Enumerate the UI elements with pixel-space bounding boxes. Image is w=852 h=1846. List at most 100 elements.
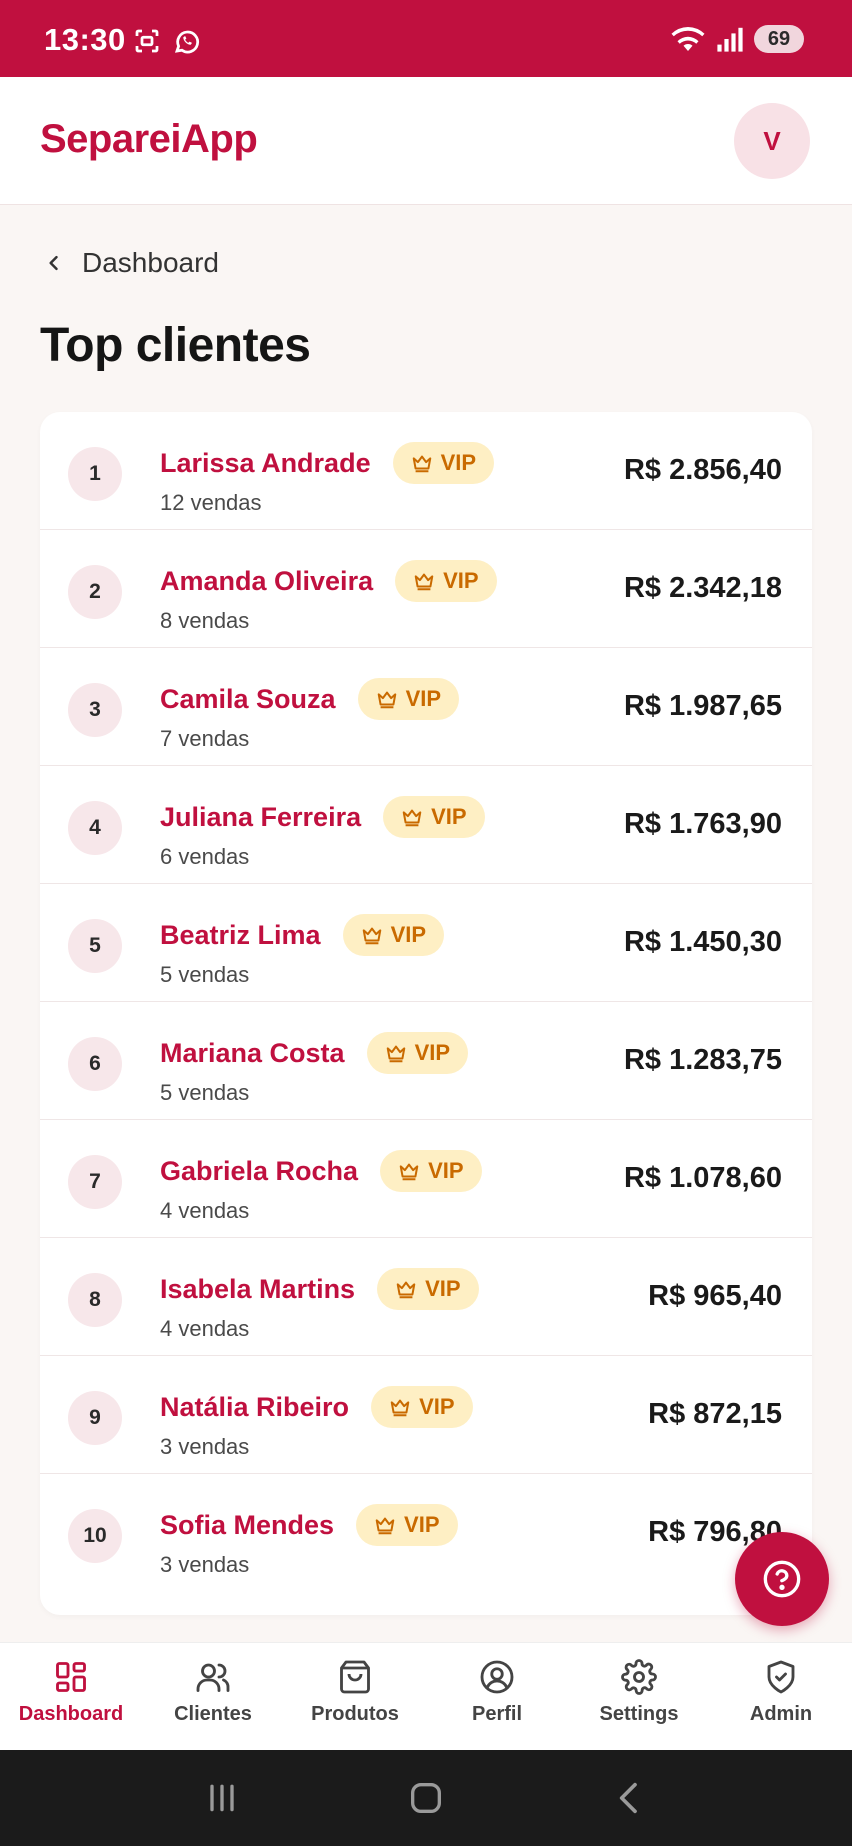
vip-label: VIP — [425, 1276, 461, 1301]
sales-count: 5 vendas — [160, 1080, 250, 1105]
crown-icon — [412, 455, 431, 473]
rank-badge: 1 — [68, 447, 122, 501]
breadcrumb[interactable]: Dashboard — [44, 247, 219, 279]
system-navigation-bar — [0, 1750, 852, 1846]
crown-icon — [396, 1281, 416, 1299]
amount-value: R$ 1.987,65 — [623, 690, 782, 722]
status-system-icons: 69 — [670, 24, 804, 54]
sales-count: 3 vendas — [160, 1434, 250, 1459]
shield-check-icon — [767, 1660, 795, 1694]
rank-badge: 9 — [68, 1391, 122, 1445]
nav-item-produtos[interactable]: Produtos — [284, 1643, 426, 1750]
amount-value: R$ 2.342,18 — [623, 572, 782, 604]
client-name: Isabela Martins — [160, 1273, 356, 1304]
client-row[interactable]: 8 Isabela Martins VIP 4 vendas R$ 965,40 — [40, 1238, 812, 1356]
vip-badge: VIP — [356, 1504, 458, 1546]
rank-badge: 3 — [68, 683, 122, 737]
client-name: Mariana Costa — [160, 1037, 345, 1068]
vip-badge: VIP — [371, 1386, 473, 1428]
crown-icon — [399, 1163, 419, 1181]
help-button[interactable] — [735, 1532, 829, 1626]
client-row[interactable]: 2 Amanda Oliveira VIP 8 vendas R$ 2.342,… — [40, 530, 812, 648]
nav-item-settings[interactable]: Settings — [568, 1643, 710, 1750]
nav-label: Settings — [599, 1703, 679, 1725]
client-row[interactable]: 10 Sofia Mendes VIP 3 vendas R$ 796,80 — [40, 1474, 812, 1592]
amount-value: R$ 1.763,90 — [623, 808, 782, 840]
sales-count: 7 vendas — [160, 726, 250, 751]
brand-logo[interactable]: SepareiApp — [40, 117, 258, 162]
screenshot-icon — [135, 29, 159, 53]
crown-icon — [375, 1517, 395, 1535]
client-row[interactable]: 9 Natália Ribeiro VIP 3 vendas R$ 872,15 — [40, 1356, 812, 1474]
top-clients-list: 1 Larissa Andrade VIP 12 vendas R$ 2.856… — [40, 412, 812, 1615]
wifi-icon — [671, 27, 705, 51]
help-icon — [763, 1560, 801, 1598]
nav-label: Admin — [749, 1703, 813, 1725]
vip-label: VIP — [404, 1512, 440, 1537]
sales-count: 5 vendas — [160, 962, 250, 987]
avatar[interactable]: V — [734, 103, 810, 179]
status-time: 13:30 — [44, 22, 126, 57]
amount-value: R$ 1.283,75 — [623, 1044, 782, 1076]
user-circle-icon — [480, 1660, 514, 1694]
vip-label: VIP — [443, 568, 479, 593]
vip-label: VIP — [419, 1394, 455, 1419]
amount-value: R$ 872,15 — [648, 1398, 782, 1430]
sales-count: 8 vendas — [160, 608, 250, 633]
sales-count: 4 vendas — [160, 1198, 250, 1223]
vip-badge: VIP — [357, 678, 460, 720]
signal-icon — [717, 27, 743, 52]
rank-badge: 4 — [68, 801, 122, 855]
client-row[interactable]: 3 Camila Souza VIP 7 vendas R$ 1.987,65 — [40, 648, 812, 766]
nav-item-clientes[interactable]: Clientes — [142, 1643, 284, 1750]
avatar-initial: V — [763, 125, 781, 156]
users-icon — [196, 1663, 230, 1692]
crown-icon — [390, 1399, 410, 1417]
home-icon[interactable] — [406, 1778, 446, 1818]
sales-count: 3 vendas — [160, 1552, 250, 1577]
back-icon[interactable] — [610, 1778, 650, 1818]
client-name: Larissa Andrade — [160, 447, 371, 478]
vip-badge: VIP — [377, 1268, 479, 1310]
battery-level: 69 — [767, 27, 791, 50]
status-bar: 13:30 69 — [0, 0, 852, 77]
client-row[interactable]: 7 Gabriela Rocha VIP 4 vendas R$ 1.078,6… — [40, 1120, 812, 1238]
sales-count: 4 vendas — [160, 1316, 250, 1341]
vip-badge: VIP — [342, 914, 445, 956]
gear-icon — [621, 1659, 657, 1695]
client-row[interactable]: 6 Mariana Costa VIP 5 vendas R$ 1.283,75 — [40, 1002, 812, 1120]
crown-icon — [414, 573, 434, 591]
status-notification-icons — [132, 26, 202, 56]
rank-badge: 5 — [68, 919, 122, 973]
client-name: Camila Souza — [160, 683, 336, 714]
vip-label: VIP — [431, 804, 467, 829]
amount-value: R$ 2.856,40 — [623, 454, 782, 486]
vip-label: VIP — [405, 686, 442, 711]
client-name: Gabriela Rocha — [160, 1155, 359, 1186]
amount-value: R$ 965,40 — [648, 1280, 782, 1312]
vip-label: VIP — [440, 450, 477, 475]
rank-badge: 8 — [68, 1273, 122, 1327]
nav-item-dashboard[interactable]: Dashboard — [0, 1643, 142, 1750]
crown-icon — [386, 1045, 405, 1063]
client-row[interactable]: 5 Beatriz Lima VIP 5 vendas R$ 1.450,30 — [40, 884, 812, 1002]
amount-value: R$ 1.450,30 — [623, 926, 782, 958]
client-row[interactable]: 4 Juliana Ferreira VIP 6 vendas R$ 1.763… — [40, 766, 812, 884]
client-name: Amanda Oliveira — [160, 565, 374, 596]
rank-badge: 6 — [68, 1037, 122, 1091]
recent-apps-icon[interactable] — [202, 1778, 242, 1818]
vip-badge: VIP — [366, 1032, 469, 1074]
vip-badge: VIP — [380, 1150, 482, 1192]
nav-label: Produtos — [311, 1703, 399, 1725]
vip-label: VIP — [390, 922, 427, 947]
battery-indicator: 69 — [754, 25, 804, 53]
nav-item-admin[interactable]: Admin — [710, 1643, 852, 1750]
breadcrumb-label: Dashboard — [82, 247, 219, 278]
rank-badge: 7 — [68, 1155, 122, 1209]
vip-label: VIP — [428, 1158, 464, 1183]
page-title: Top clientes — [40, 319, 311, 372]
sales-count: 6 vendas — [160, 844, 250, 869]
crown-icon — [402, 809, 422, 827]
client-row[interactable]: 1 Larissa Andrade VIP 12 vendas R$ 2.856… — [40, 412, 812, 530]
nav-item-perfil[interactable]: Perfil — [426, 1643, 568, 1750]
